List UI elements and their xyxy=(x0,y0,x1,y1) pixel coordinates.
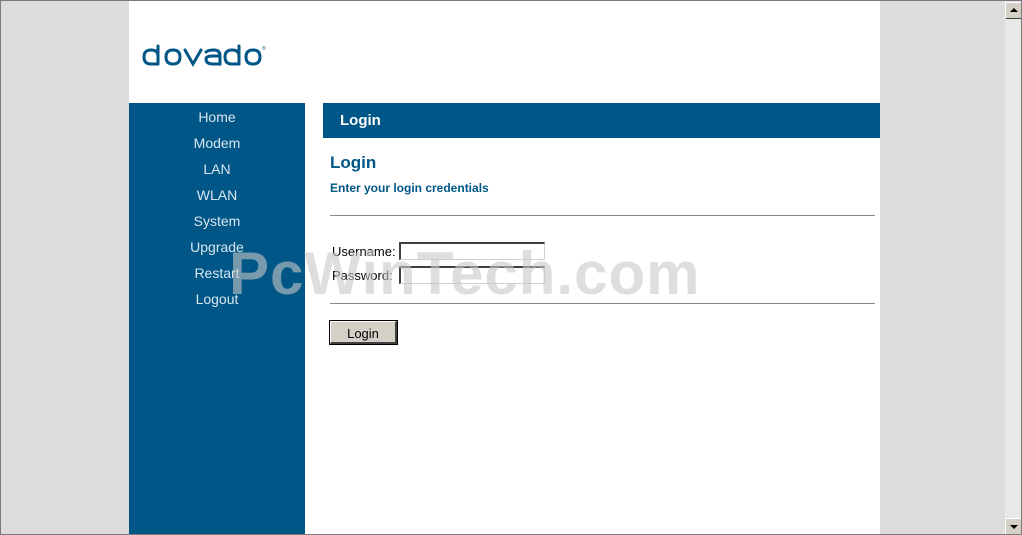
sidebar-nav: Home Modem LAN WLAN System Upgrade Resta… xyxy=(129,103,305,534)
divider-bottom xyxy=(330,303,875,305)
password-field[interactable] xyxy=(399,266,545,284)
sidebar-item-upgrade[interactable]: Upgrade xyxy=(129,234,305,260)
scroll-down-button[interactable] xyxy=(1005,518,1021,534)
sidebar-item-wlan[interactable]: WLAN xyxy=(129,182,305,208)
sidebar-item-modem[interactable]: Modem xyxy=(129,130,305,156)
divider-top xyxy=(330,215,875,217)
sidebar-item-logout[interactable]: Logout xyxy=(129,286,305,312)
arrow-up-icon xyxy=(1010,8,1018,12)
svg-text:®: ® xyxy=(262,45,266,52)
username-field[interactable] xyxy=(399,242,545,260)
page-title: Login xyxy=(330,153,377,172)
sidebar-item-restart[interactable]: Restart xyxy=(129,260,305,286)
login-button[interactable]: Login xyxy=(329,320,398,345)
sidebar-item-system[interactable]: System xyxy=(129,208,305,234)
arrow-down-icon xyxy=(1010,525,1018,529)
section-header-bar: Login xyxy=(323,103,880,138)
sidebar-item-home[interactable]: Home xyxy=(129,104,305,130)
page: ® Home Modem LAN WLAN System Upgrade Res… xyxy=(129,1,880,534)
page-subtitle: Enter your login credentials xyxy=(330,181,489,195)
dovado-logo: ® xyxy=(142,44,266,68)
password-label: Password: xyxy=(332,268,393,283)
scroll-up-button[interactable] xyxy=(1005,2,1021,19)
sidebar-item-lan[interactable]: LAN xyxy=(129,156,305,182)
section-header-title: Login xyxy=(340,112,381,129)
vertical-scrollbar[interactable] xyxy=(1005,2,1021,534)
browser-viewport: ® Home Modem LAN WLAN System Upgrade Res… xyxy=(0,0,1022,535)
username-label: Username: xyxy=(332,244,396,259)
